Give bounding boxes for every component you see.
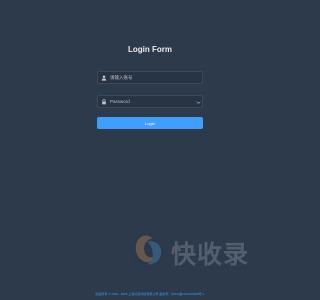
password-input[interactable] bbox=[110, 96, 194, 107]
watermark-text: 快收录 bbox=[171, 240, 250, 269]
login-button[interactable]: Login bbox=[97, 117, 203, 129]
login-title: Login Form bbox=[128, 45, 172, 54]
username-input[interactable] bbox=[110, 72, 202, 83]
eye-icon[interactable] bbox=[194, 96, 202, 107]
username-field[interactable] bbox=[97, 71, 203, 84]
footer-copyright: 版权所有 © 2020 - 2025 上海点墨科技有限公司 备案号：沪ICP备2… bbox=[95, 292, 205, 296]
watermark: 快收录 bbox=[129, 232, 289, 282]
login-form: Login Form Login bbox=[97, 44, 203, 129]
user-icon bbox=[98, 72, 110, 83]
brand-logo bbox=[130, 233, 166, 269]
lock-icon bbox=[98, 96, 110, 107]
password-field[interactable] bbox=[97, 95, 203, 108]
